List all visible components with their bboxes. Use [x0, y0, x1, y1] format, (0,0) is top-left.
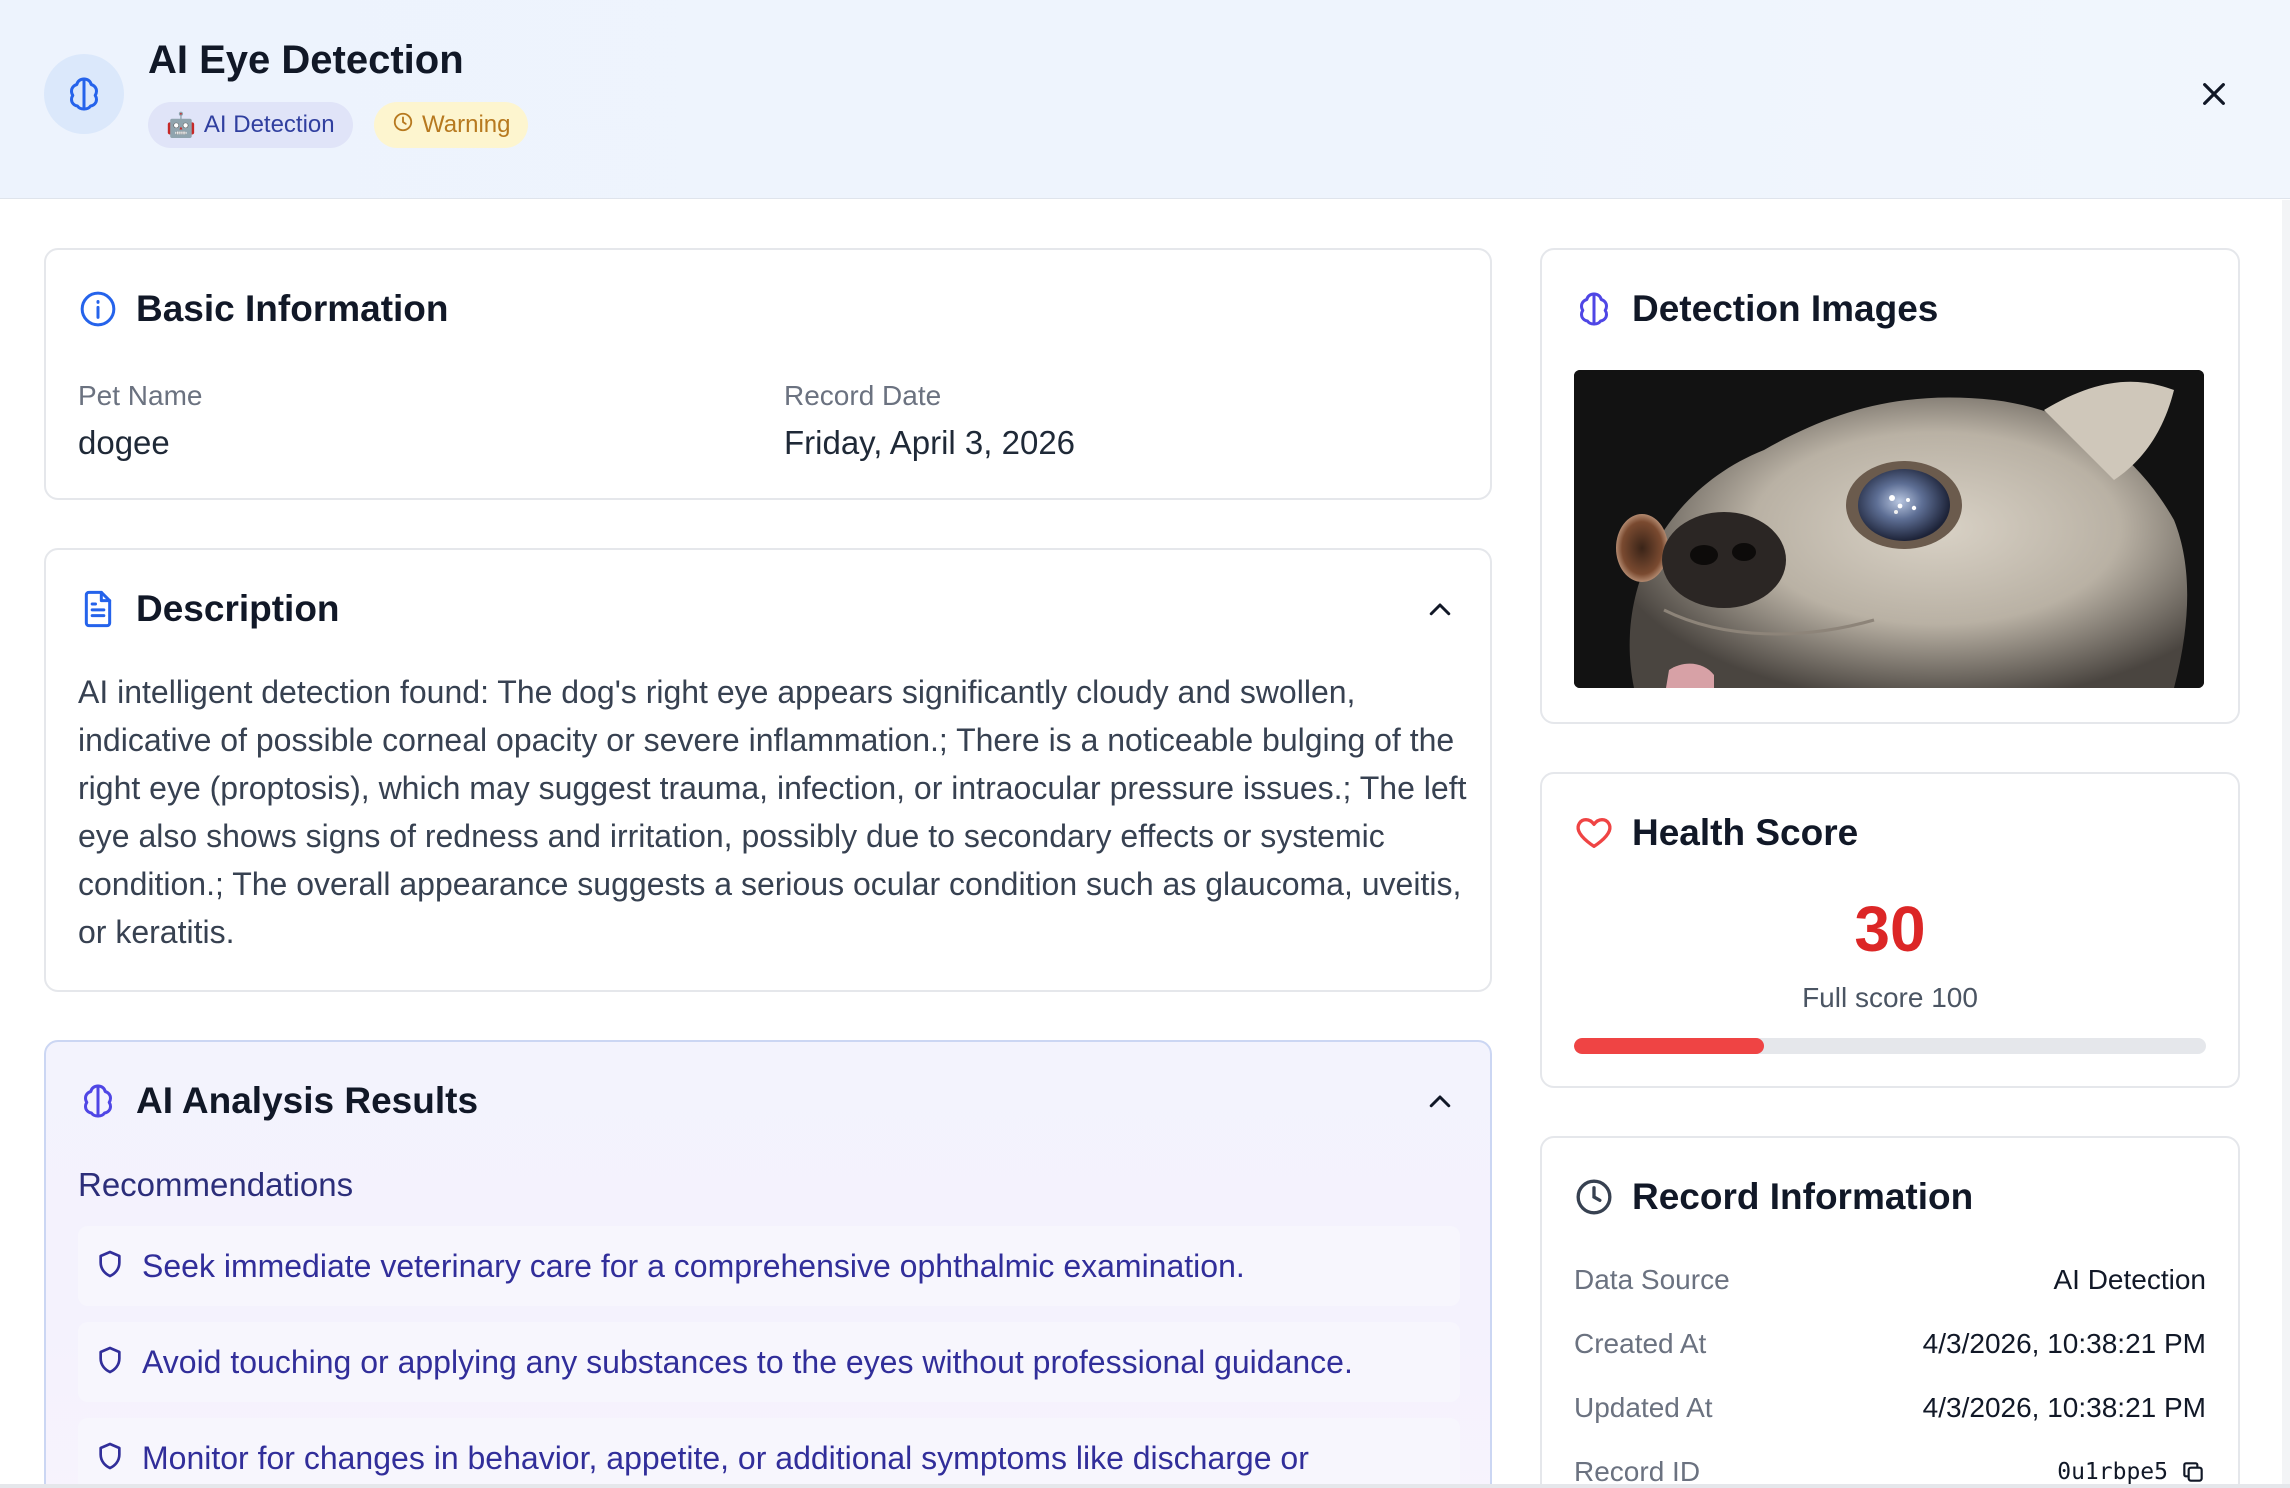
health-score-bar [1574, 1038, 2206, 1054]
updated-at-value: 4/3/2026, 10:38:21 PM [1922, 1392, 2206, 1423]
ai-analysis-title: AI Analysis Results [136, 1080, 479, 1121]
brain-icon [84, 1084, 112, 1118]
record-date-label: Record Date [784, 380, 942, 411]
basic-info-title: Basic Information [136, 288, 449, 329]
record-id-row: Record ID 0u1rbpe5 [1574, 1452, 2206, 1488]
source-badge-label: AI Detection [203, 111, 335, 138]
scrollbar[interactable] [2282, 200, 2290, 1488]
record-id-value: 0u1rbpe5 [2057, 1459, 2206, 1485]
full-score-label: Full score 100 [1802, 982, 1978, 1013]
health-score-header: Health Score [1574, 812, 1858, 854]
recommendation-text: Monitor for changes in behavior, appetit… [142, 1439, 1309, 1476]
description-collapse-button[interactable] [1420, 590, 1460, 630]
recommendation-text: Avoid touching or applying any substance… [142, 1343, 1353, 1380]
detection-images-title: Detection Images [1632, 288, 1939, 329]
detection-images-header: Detection Images [1574, 288, 1938, 330]
updated-at-row: Updated At 4/3/2026, 10:38:21 PM [1574, 1388, 2206, 1428]
robot-icon: 🤖 [166, 111, 196, 139]
ai-analysis-card: AI Analysis Results Recommendations Seek… [44, 1040, 1492, 1488]
heart-icon [1576, 818, 1612, 848]
copy-icon [2183, 1462, 2203, 1482]
recommendations-heading: Recommendations [78, 1166, 354, 1203]
modal-header: AI Eye Detection 🤖 AI Detection Warning [0, 0, 2290, 199]
clock-icon [1576, 1179, 1612, 1215]
shield-icon [99, 1346, 121, 1374]
description-card: Description AI intelligent detection fou… [44, 548, 1492, 992]
status-badge-label: Warning [422, 111, 511, 138]
detail-modal: AI Eye Detection 🤖 AI Detection Warning … [0, 0, 2290, 1488]
recommendation-item: Monitor for changes in behavior, appetit… [78, 1418, 1460, 1488]
basic-info-header: Basic Information [78, 288, 449, 330]
status-badge: Warning [374, 102, 529, 148]
record-info-title: Record Information [1632, 1176, 1974, 1217]
chevron-up-icon [1429, 603, 1451, 616]
data-source-label: Data Source [1574, 1264, 1730, 1295]
record-date-value: Friday, April 3, 2026 [784, 424, 1076, 461]
detection-image[interactable] [1574, 370, 2204, 688]
updated-at-label: Updated At [1574, 1392, 1713, 1423]
brain-icon [44, 54, 124, 134]
info-icon [80, 291, 116, 327]
page-title: AI Eye Detection [148, 38, 464, 82]
source-badge: 🤖 AI Detection [148, 102, 353, 148]
shield-icon [99, 1442, 121, 1470]
description-text: AI intelligent detection found: The dog'… [78, 674, 1467, 950]
health-score-title: Health Score [1632, 812, 1859, 853]
description-header: Description [78, 588, 340, 630]
clock-icon [392, 111, 414, 140]
bottom-border [0, 1484, 2290, 1488]
copy-button[interactable] [2180, 1459, 2206, 1485]
ai-analysis-collapse-button[interactable] [1420, 1082, 1460, 1122]
recommendation-text: Seek immediate veterinary care for a com… [142, 1247, 1245, 1284]
close-icon [2203, 83, 2225, 105]
basic-info-card: Basic Information Pet Name dogee Record … [44, 248, 1492, 500]
health-score-value: 30 [1854, 893, 1926, 965]
detection-images-card: Detection Images [1540, 248, 2240, 724]
created-at-row: Created At 4/3/2026, 10:38:21 PM [1574, 1324, 2206, 1364]
record-id-text: 0u1rbpe5 [2057, 1459, 2168, 1485]
health-score-card: Health Score 30 Full score 100 [1540, 772, 2240, 1088]
recommendation-item: Seek immediate veterinary care for a com… [78, 1226, 1460, 1306]
description-title: Description [136, 588, 340, 629]
pet-name-value: dogee [78, 424, 170, 461]
data-source-row: Data Source AI Detection [1574, 1260, 2206, 1300]
document-icon [84, 590, 112, 628]
close-button[interactable] [2190, 70, 2238, 118]
data-source-value: AI Detection [2053, 1264, 2206, 1295]
brain-icon [1580, 292, 1608, 326]
shield-icon [99, 1250, 121, 1278]
created-at-value: 4/3/2026, 10:38:21 PM [1922, 1328, 2206, 1359]
health-score-bar-fill [1574, 1038, 1764, 1054]
pet-name-label: Pet Name [78, 380, 203, 411]
ai-analysis-header: AI Analysis Results [78, 1080, 478, 1122]
record-info-card: Record Information Data Source AI Detect… [1540, 1136, 2240, 1488]
record-info-header: Record Information [1574, 1176, 1973, 1218]
chevron-up-icon [1429, 1095, 1451, 1108]
recommendation-item: Avoid touching or applying any substance… [78, 1322, 1460, 1402]
created-at-label: Created At [1574, 1328, 1707, 1359]
